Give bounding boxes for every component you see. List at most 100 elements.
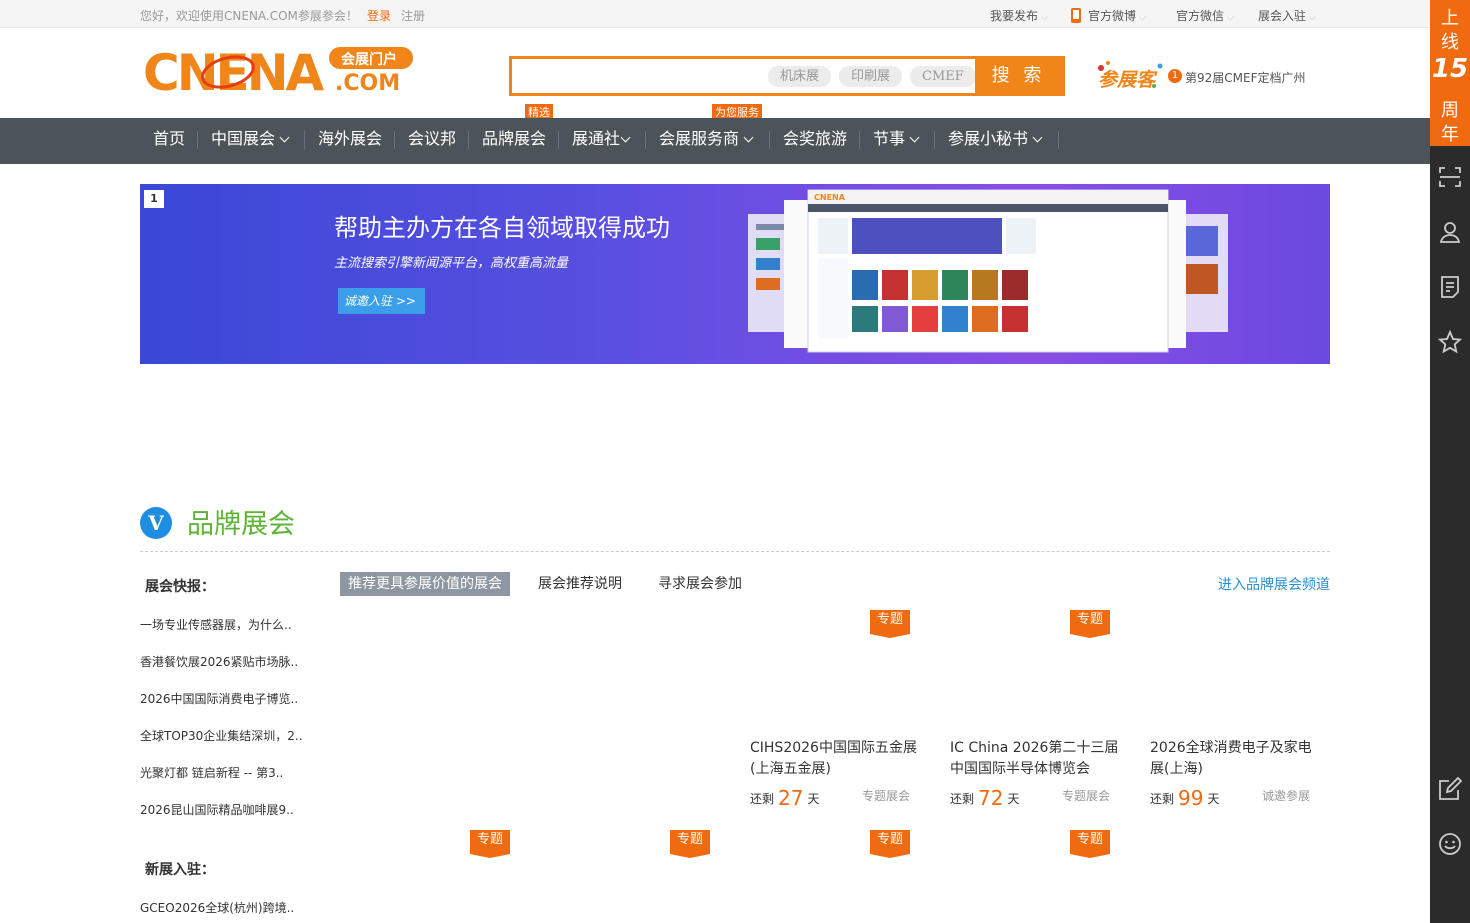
countdown-prefix: 还剩 xyxy=(750,792,775,806)
nav-item-conference[interactable]: 会议邦 xyxy=(408,118,456,164)
chevron-down-icon xyxy=(279,132,290,143)
countdown-days: 99 xyxy=(1178,786,1204,810)
svg-text:CNENA: CNENA xyxy=(814,193,846,202)
search-tag-machine[interactable]: 机床展 xyxy=(768,66,832,87)
main-nav: 首页 中国展会 海外展会 会议邦 品牌展会 展通社 会展服务商 会奖旅游 节事 … xyxy=(0,118,1430,164)
verified-icon: V xyxy=(140,507,172,539)
nav-item-label: 参展小秘书 xyxy=(948,129,1029,148)
nav-divider xyxy=(394,131,395,149)
nav-divider xyxy=(197,131,198,149)
topic-ribbon: 专题 xyxy=(1070,610,1110,638)
nav-item-mice-travel[interactable]: 会奖旅游 xyxy=(783,118,847,164)
topic-ribbon: 专题 xyxy=(1070,830,1110,858)
login-link[interactable]: 登录 xyxy=(367,7,391,24)
nav-item-home[interactable]: 首页 xyxy=(153,118,185,164)
countdown-unit: 天 xyxy=(1007,792,1020,806)
tab-seek-expo[interactable]: 寻求展会参加 xyxy=(658,572,742,596)
promo-number: 15 xyxy=(1431,54,1469,84)
expo-card-category[interactable]: 专题展会 xyxy=(862,787,910,804)
search-box: 机床展 印刷展 CMEF 搜 索 xyxy=(509,56,1065,96)
news-item[interactable]: 光聚灯都 链启新程 -- 第3.. xyxy=(140,764,283,781)
scan-icon[interactable] xyxy=(1438,165,1462,189)
nav-item-overseas-expo[interactable]: 海外展会 xyxy=(318,118,382,164)
search-button[interactable]: 搜 索 xyxy=(975,56,1062,96)
expo-card-title[interactable]: 2026全球消费电子及家电展(上海) xyxy=(1150,738,1320,780)
topic-ribbon: 专题 xyxy=(470,830,510,858)
news-item[interactable]: 2026昆山国际精品咖啡展9.. xyxy=(140,801,294,818)
notice-badge: 1 xyxy=(1168,69,1182,83)
anniversary-promo[interactable]: 上 线 15 周 年 xyxy=(1430,0,1470,146)
chevron-down-icon: ⌵ xyxy=(1309,13,1316,23)
nav-item-label: 海外展会 xyxy=(318,129,383,148)
expo-card-countdown: 还剩 72 天 xyxy=(950,786,1019,810)
nav-item-china-expo[interactable]: 中国展会 xyxy=(211,118,290,164)
nav-item-zhantong[interactable]: 展通社 xyxy=(572,118,631,164)
nav-item-brand-expo[interactable]: 品牌展会 xyxy=(482,118,546,164)
nav-item-label: 中国展会 xyxy=(211,129,276,148)
register-link[interactable]: 注册 xyxy=(401,7,425,24)
topic-ribbon: 专题 xyxy=(870,830,910,858)
tab-recommend-notes[interactable]: 展会推荐说明 xyxy=(538,572,622,596)
notice-text[interactable]: 第92届CMEF定档广州 xyxy=(1185,69,1306,86)
weibo-menu[interactable]: 官方微博 ⌵ xyxy=(1071,7,1146,24)
expo-card-title[interactable]: IC China 2026第二十三届中国国际半导体博览会 xyxy=(950,738,1120,780)
expo-card-countdown: 还剩 99 天 xyxy=(1150,786,1219,810)
nav-item-secretary[interactable]: 参展小秘书 xyxy=(948,118,1043,164)
search-tag-printing[interactable]: 印刷展 xyxy=(839,66,903,87)
chevron-down-icon xyxy=(620,132,631,143)
enter-brand-channel-link[interactable]: 进入品牌展会频道 xyxy=(1218,574,1330,594)
chevron-down-icon: ⌵ xyxy=(1139,13,1146,23)
star-icon[interactable] xyxy=(1438,330,1462,354)
nav-divider xyxy=(304,131,305,149)
logo-domain-text: .COM xyxy=(335,71,400,96)
news-item[interactable]: 2026中国国际消费电子博览.. xyxy=(140,690,298,707)
hero-banner[interactable]: 1 帮助主办方在各自领域取得成功 主流搜索引擎新闻源平台，高权重高流量 诚邀入驻… xyxy=(140,184,1330,364)
news-item[interactable]: 一场专业传感器展，为什么.. xyxy=(140,616,292,633)
news-item[interactable]: 全球TOP30企业集结深圳，2.. xyxy=(140,727,303,744)
expo-card-countdown: 还剩 27 天 xyxy=(750,786,819,810)
wechat-menu-label: 官方微信 xyxy=(1176,9,1225,23)
new-expo-item[interactable]: GCEO2026全球(杭州)跨境.. xyxy=(140,899,294,916)
publish-menu[interactable]: 我要发布 ⌵ xyxy=(990,7,1048,24)
document-icon[interactable] xyxy=(1438,275,1462,299)
new-expo-label: 新展入驻： xyxy=(145,862,215,878)
right-sidebar: 上 线 15 周 年 xyxy=(1430,0,1470,923)
nav-item-service-provider[interactable]: 会展服务商 xyxy=(659,118,754,164)
news-item[interactable]: 香港餐饮展2026紧贴市场脉.. xyxy=(140,653,298,670)
countdown-days: 72 xyxy=(978,786,1004,810)
nav-item-festival[interactable]: 节事 xyxy=(873,118,920,164)
expo-card-category[interactable]: 诚邀参展 xyxy=(1262,787,1310,804)
search-tag-cmef[interactable]: CMEF xyxy=(910,66,976,87)
topic-ribbon: 专题 xyxy=(870,610,910,638)
edit-icon[interactable] xyxy=(1438,777,1462,801)
expo-card-title[interactable]: CIHS2026中国国际五金展(上海五金展) xyxy=(750,738,920,780)
canzhanke-logo[interactable]: 参展客 xyxy=(1094,58,1166,92)
nav-divider xyxy=(468,131,469,149)
smile-icon[interactable] xyxy=(1438,832,1462,856)
banner-index[interactable]: 1 xyxy=(144,190,164,208)
nav-item-label: 展通社 xyxy=(572,129,621,148)
user-icon[interactable] xyxy=(1438,220,1462,244)
nav-divider xyxy=(558,131,559,149)
weibo-menu-label: 官方微博 xyxy=(1088,9,1137,23)
banner-join-button[interactable]: 诚邀入驻 >> xyxy=(338,288,425,314)
promo-char: 周 xyxy=(1441,100,1459,121)
countdown-prefix: 还剩 xyxy=(950,792,975,806)
settle-in-menu[interactable]: 展会入驻 ⌵ xyxy=(1258,7,1316,24)
quick-news-label: 展会快报： xyxy=(145,579,215,595)
tab-recommend[interactable]: 推荐更具参展价值的展会 xyxy=(340,572,510,596)
nav-item-label: 品牌展会 xyxy=(482,129,547,148)
chevron-down-icon xyxy=(909,132,920,143)
promo-char: 线 xyxy=(1441,32,1459,53)
chevron-down-icon: ⌵ xyxy=(1041,13,1048,23)
countdown-days: 27 xyxy=(778,786,804,810)
canzhanke-logo-text: 参展客 xyxy=(1098,69,1158,91)
nav-divider xyxy=(934,131,935,149)
cnena-logo[interactable]: CNENA 会展门户 .COM xyxy=(143,44,415,96)
logo-badge-text: 会展门户 xyxy=(341,51,397,68)
section-divider xyxy=(140,551,1330,552)
publish-menu-label: 我要发布 xyxy=(990,9,1039,23)
banner-title: 帮助主办方在各自领域取得成功 xyxy=(334,214,670,242)
wechat-menu[interactable]: 官方微信 ⌵ xyxy=(1176,7,1234,24)
expo-card-category[interactable]: 专题展会 xyxy=(1062,787,1110,804)
